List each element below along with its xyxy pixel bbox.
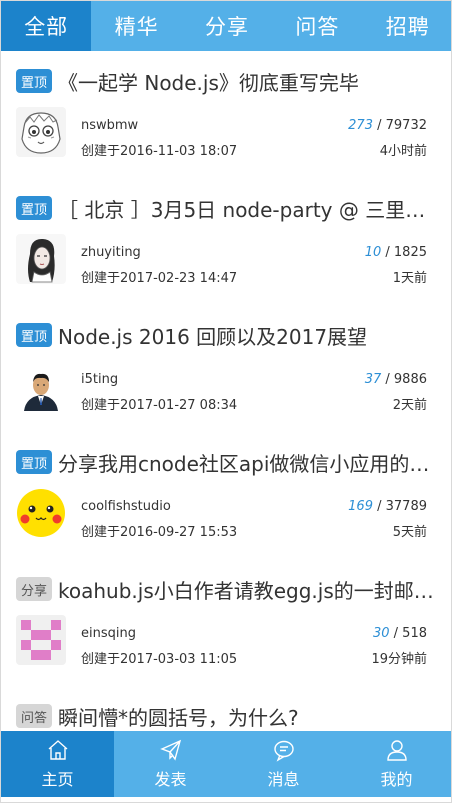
- author-name[interactable]: i5ting: [81, 372, 118, 387]
- last-reply-time: 5天前: [392, 525, 427, 540]
- paper-plane-icon: [159, 739, 181, 761]
- share-badge: 分享: [16, 577, 52, 601]
- view-count: / 9886: [385, 372, 427, 387]
- topic-item[interactable]: 置顶 《一起学 Node.js》彻底重写完毕 nswbmw 创建于2016-11…: [1, 51, 451, 178]
- author-name[interactable]: einsqing: [81, 626, 136, 641]
- topic-title[interactable]: 《一起学 Node.js》彻底重写完毕: [58, 67, 359, 96]
- topic-item[interactable]: 置顶 Node.js 2016 回顾以及2017展望 i5ting 创建于201…: [1, 305, 451, 432]
- ask-badge: 问答: [16, 704, 52, 728]
- pinned-badge: 置顶: [16, 323, 52, 347]
- man-in-suit-avatar[interactable]: [16, 361, 66, 411]
- reply-view-count: 273 / 79732: [348, 118, 427, 133]
- pixel-identicon-avatar[interactable]: [16, 615, 66, 665]
- pikachu-avatar[interactable]: [16, 488, 66, 538]
- topic-list: 置顶 《一起学 Node.js》彻底重写完毕 nswbmw 创建于2016-11…: [1, 51, 451, 731]
- nav-post-label: 发表: [154, 770, 187, 789]
- cartoon-face-avatar[interactable]: [16, 107, 66, 157]
- reply-view-count: 10 / 1825: [365, 245, 427, 260]
- tab-ask[interactable]: 问答: [272, 1, 362, 51]
- topic-title-row: 分享 koahub.js小白作者请教egg.js的一封邮…: [16, 575, 443, 603]
- topic-title-row: 置顶 ［ 北京 ］3月5日 node-party @ 三里屯…: [16, 194, 443, 222]
- created-time: 创建于2017-02-23 14:47: [81, 271, 238, 286]
- author-name[interactable]: coolfishstudio: [81, 499, 171, 514]
- reply-count: 30: [372, 626, 390, 641]
- topic-item[interactable]: 置顶 ［ 北京 ］3月5日 node-party @ 三里屯… zhuyitin…: [1, 178, 451, 305]
- topic-title-row: 置顶 《一起学 Node.js》彻底重写完毕: [16, 67, 443, 95]
- topic-title-row: 置顶 分享我用cnode社区api做微信小应用的…: [16, 448, 443, 476]
- created-time: 创建于2016-09-27 15:53: [81, 525, 238, 540]
- created-time: 创建于2016-11-03 18:07: [81, 144, 238, 159]
- topic-title[interactable]: ［ 北京 ］3月5日 node-party @ 三里屯…: [58, 194, 443, 223]
- topic-title-row: 问答 瞬间懵*的圆括号，为什么?: [16, 702, 443, 730]
- bottom-nav: 主页 发表 消息 我的: [1, 731, 451, 797]
- nav-messages[interactable]: 消息: [227, 731, 340, 797]
- pinned-badge: 置顶: [16, 196, 52, 220]
- reply-view-count: 37 / 9886: [365, 372, 427, 387]
- created-time: 创建于2017-01-27 08:34: [81, 398, 238, 413]
- reply-view-count: 169 / 37789: [348, 499, 427, 514]
- last-reply-time: 1天前: [392, 271, 427, 286]
- footer-strip: [1, 797, 451, 802]
- tab-share[interactable]: 分享: [182, 1, 272, 51]
- app-frame: 全部 精华 分享 问答 招聘 置顶 《一起学 Node.js》彻底重写完毕 ns…: [0, 0, 452, 803]
- author-name[interactable]: nswbmw: [81, 118, 138, 133]
- view-count: / 1825: [385, 245, 427, 260]
- topic-item[interactable]: 分享 koahub.js小白作者请教egg.js的一封邮… einsqing 创…: [1, 559, 451, 686]
- nav-home-label: 主页: [41, 770, 74, 789]
- nav-messages-label: 消息: [267, 770, 300, 789]
- reply-count: 10: [364, 245, 382, 260]
- view-count: / 518: [393, 626, 427, 641]
- view-count: / 79732: [377, 118, 427, 133]
- user-icon: [386, 740, 407, 761]
- topic-title[interactable]: koahub.js小白作者请教egg.js的一封邮…: [58, 575, 434, 604]
- nav-me[interactable]: 我的: [340, 731, 451, 797]
- topic-title[interactable]: 瞬间懵*的圆括号，为什么?: [58, 702, 299, 731]
- tab-all[interactable]: 全部: [1, 1, 92, 51]
- nav-me-label: 我的: [380, 770, 413, 789]
- tab-job[interactable]: 招聘: [363, 1, 451, 51]
- nav-home[interactable]: 主页: [1, 731, 114, 797]
- pinned-badge: 置顶: [16, 69, 52, 93]
- last-reply-time: 2天前: [392, 398, 427, 413]
- created-time: 创建于2017-03-03 11:05: [81, 652, 238, 667]
- sketch-portrait-avatar[interactable]: [16, 234, 66, 284]
- author-name[interactable]: zhuyiting: [81, 245, 141, 260]
- nav-post[interactable]: 发表: [114, 731, 227, 797]
- topic-item[interactable]: 置顶 分享我用cnode社区api做微信小应用的… coolfishstudio…: [1, 432, 451, 559]
- pinned-badge: 置顶: [16, 450, 52, 474]
- home-icon: [48, 740, 67, 760]
- last-reply-time: 4小时前: [379, 144, 427, 159]
- topic-item[interactable]: 问答 瞬间懵*的圆括号，为什么?: [1, 686, 451, 731]
- view-count: / 37789: [377, 499, 427, 514]
- topic-title-row: 置顶 Node.js 2016 回顾以及2017展望: [16, 321, 443, 349]
- chat-bubble-icon: [273, 740, 294, 762]
- topic-tabs: 全部 精华 分享 问答 招聘: [1, 1, 451, 51]
- topic-title[interactable]: Node.js 2016 回顾以及2017展望: [58, 321, 367, 350]
- reply-count: 169: [348, 499, 373, 514]
- topic-title[interactable]: 分享我用cnode社区api做微信小应用的…: [58, 448, 429, 477]
- last-reply-time: 19分钟前: [371, 652, 427, 667]
- reply-view-count: 30 / 518: [373, 626, 427, 641]
- reply-count: 273: [348, 118, 373, 133]
- reply-count: 37: [364, 372, 382, 387]
- tab-good[interactable]: 精华: [91, 1, 181, 51]
